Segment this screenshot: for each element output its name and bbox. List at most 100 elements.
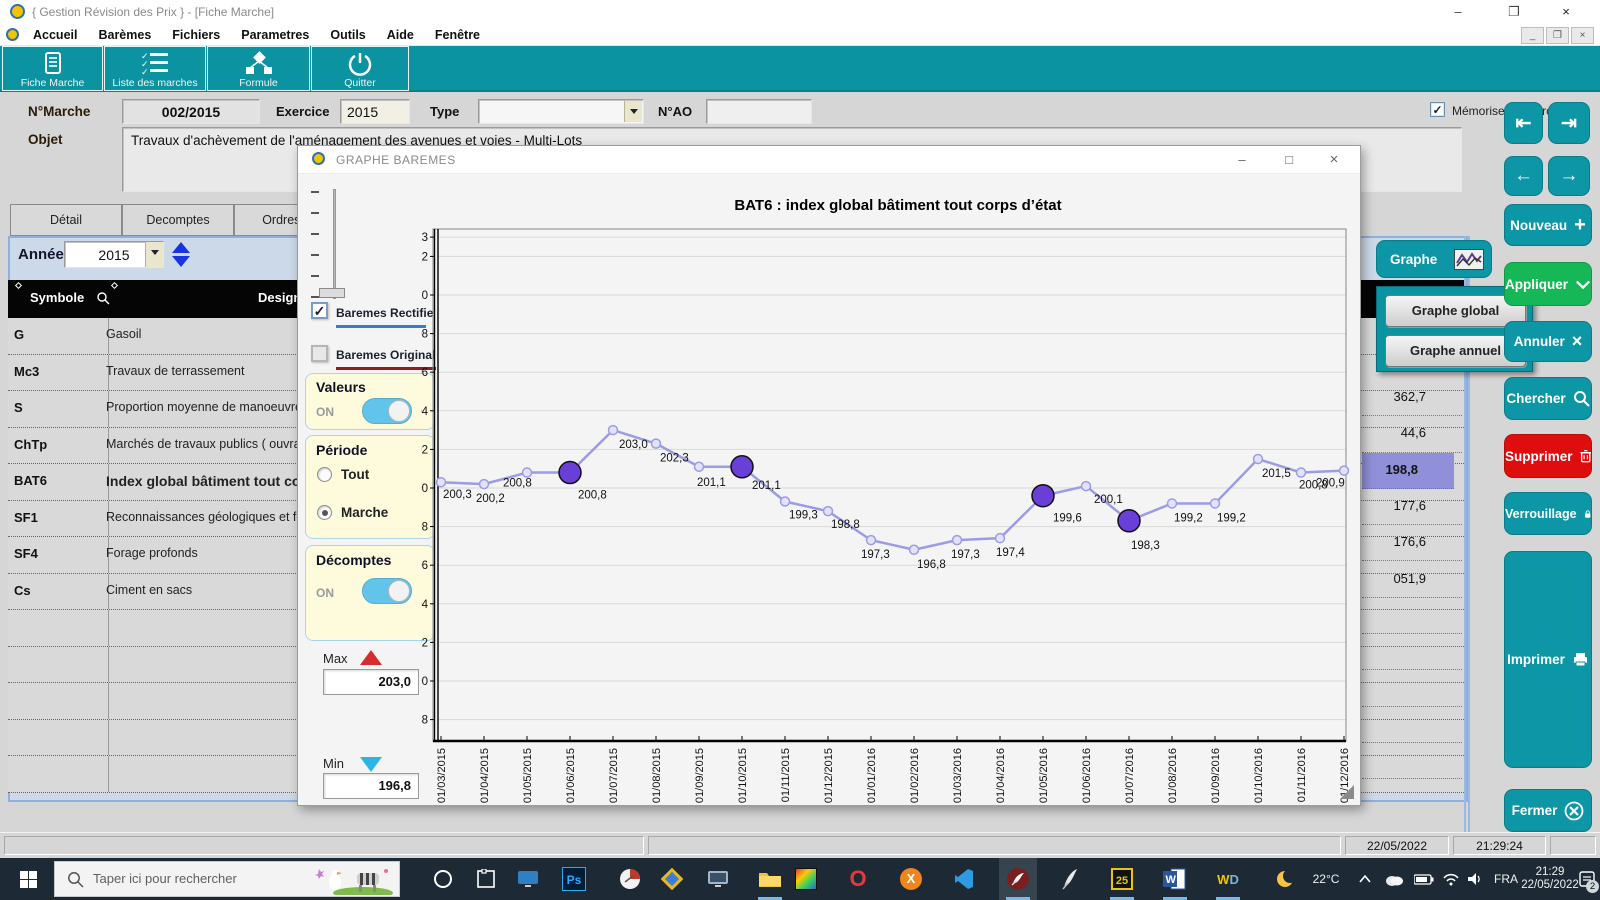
decomptes-toggle[interactable] (362, 578, 412, 604)
toolbar-button-liste-des-marches[interactable]: ✓✓✓Liste des marches (104, 46, 206, 91)
menu-parametres[interactable]: Parametres (241, 24, 309, 46)
value-cell[interactable]: 177,6 (1362, 489, 1462, 525)
tray-clock[interactable]: 21:2922/05/2022 (1524, 858, 1576, 900)
verrouillage-button[interactable]: Verrouillage (1504, 492, 1592, 535)
chercher-button[interactable]: Chercher (1504, 377, 1592, 420)
start-button[interactable] (8, 858, 48, 900)
annee-spinner[interactable] (172, 242, 190, 267)
opera-icon[interactable]: O (840, 858, 876, 900)
col-handle-icon[interactable] (111, 282, 118, 289)
resize-grip-icon[interactable] (1340, 785, 1354, 799)
menu-aide[interactable]: Aide (387, 24, 414, 46)
valeurs-toggle[interactable] (362, 398, 412, 424)
value-cell[interactable]: 176,6 (1362, 525, 1462, 561)
screenhunter-icon[interactable] (612, 858, 648, 900)
header-symbole[interactable]: Symbole (30, 290, 84, 305)
periode-marche-radio[interactable] (317, 505, 332, 520)
system-monitor-icon[interactable] (700, 858, 736, 900)
word-icon[interactable]: W (1156, 858, 1194, 900)
col-handle-icon[interactable] (15, 282, 22, 289)
nav-last-button[interactable]: ⇥ (1548, 102, 1590, 144)
active-app-icon[interactable] (999, 858, 1037, 900)
toolbar-button-quitter[interactable]: Quitter (311, 46, 409, 91)
appliquer-button[interactable]: Appliquer (1504, 262, 1592, 306)
nav-prev-button[interactable]: ← (1504, 156, 1543, 196)
value-cell[interactable]: 198,8 (1362, 453, 1454, 489)
dialog-maximize-icon[interactable]: □ (1269, 146, 1309, 174)
task-view-icon[interactable] (468, 858, 504, 900)
menu-fichiers[interactable]: Fichiers (172, 24, 220, 46)
quicktime-icon[interactable] (654, 858, 690, 900)
menu-fentre[interactable]: Fenêtre (435, 24, 480, 46)
battery-icon[interactable] (1410, 858, 1438, 900)
baremes-rectifie-checkbox[interactable]: ✓ (311, 302, 328, 319)
xampp-icon[interactable]: X (893, 858, 929, 900)
type-combobox[interactable] (478, 99, 644, 124)
graphe-button[interactable]: Graphe (1376, 240, 1492, 278)
onedrive-icon[interactable] (1380, 858, 1408, 900)
exercice-field[interactable]: 2015 (340, 99, 410, 124)
tab-détail[interactable]: Détail (10, 204, 122, 236)
file-explorer-icon[interactable] (750, 858, 790, 900)
nav-next-button[interactable]: → (1548, 156, 1590, 196)
baremes-original-checkbox[interactable] (311, 345, 328, 362)
value-cell[interactable]: 051,9 (1362, 562, 1462, 598)
zoom-slider-track[interactable] (333, 189, 336, 299)
remote-desktop-icon[interactable] (510, 858, 546, 900)
wifi-icon[interactable] (1438, 858, 1464, 900)
supprimer-button[interactable]: Supprimer (1504, 434, 1592, 478)
menu-barmes[interactable]: Barèmes (98, 24, 151, 46)
memoriser-checkbox[interactable]: ✓ (1430, 102, 1445, 117)
min-field[interactable]: 196,8 (323, 773, 419, 799)
annuler-button[interactable]: Annuler× (1504, 321, 1592, 362)
photoshop-icon[interactable]: Ps (556, 858, 592, 900)
spinner-down-icon[interactable] (172, 256, 190, 267)
mdi-minimize-icon[interactable]: _ (1521, 27, 1544, 44)
tray-language[interactable]: FRA (1488, 858, 1524, 900)
close-icon[interactable]: × (1544, 0, 1588, 24)
cortana-icon[interactable] (425, 858, 461, 900)
nao-field[interactable] (706, 99, 812, 124)
vscode-icon[interactable] (946, 858, 982, 900)
tray-chevron-up-icon[interactable] (1352, 858, 1378, 900)
weather-moon-icon[interactable] (1268, 858, 1302, 900)
camtasia-icon[interactable]: 25 (1103, 858, 1141, 900)
spinner-up-icon[interactable] (172, 242, 190, 253)
value-cell[interactable] (1362, 670, 1462, 706)
dialog-close-icon[interactable]: × (1314, 146, 1354, 174)
value-cell[interactable] (1362, 707, 1462, 743)
notification-center-icon[interactable]: 2 (1574, 858, 1600, 900)
combo-arrow-icon[interactable] (624, 101, 642, 122)
mdi-close-icon[interactable]: × (1571, 27, 1594, 44)
imprimer-button[interactable]: Imprimer (1504, 551, 1592, 768)
num-marche-field[interactable]: 002/2015 (122, 99, 260, 124)
toolbar-button-fiche-marche[interactable]: Fiche Marche (2, 46, 103, 91)
maximize-icon[interactable]: ❐ (1492, 0, 1536, 24)
max-up-icon[interactable] (360, 650, 382, 665)
value-cell[interactable] (1362, 634, 1462, 670)
mdi-restore-icon[interactable]: ❐ (1546, 27, 1569, 44)
value-cell[interactable] (1362, 598, 1462, 634)
search-icon[interactable] (96, 291, 110, 305)
volume-icon[interactable] (1463, 858, 1487, 900)
annee-combo-arrow-icon[interactable] (145, 242, 163, 267)
nav-first-button[interactable]: ⇤ (1504, 102, 1543, 144)
menu-accueil[interactable]: Accueil (33, 24, 77, 46)
value-cell[interactable]: 44,6 (1362, 416, 1462, 452)
menu-outils[interactable]: Outils (330, 24, 365, 46)
taskbar-search-input[interactable]: Taper ici pour rechercher (54, 861, 400, 897)
nouveau-button[interactable]: Nouveau+ (1504, 204, 1592, 246)
periode-tout-radio[interactable] (317, 467, 332, 482)
fermer-button[interactable]: Fermer (1504, 789, 1592, 832)
tab-decomptes[interactable]: Decomptes (122, 204, 234, 236)
max-field[interactable]: 203,0 (323, 669, 419, 695)
value-cell[interactable]: 362,7 (1362, 380, 1462, 416)
min-down-icon[interactable] (360, 757, 382, 772)
media-app-icon[interactable] (788, 858, 824, 900)
toolbar-button-formule[interactable]: Formule (207, 46, 310, 91)
zoom-slider-handle[interactable] (319, 288, 345, 298)
windev-icon[interactable]: WD (1209, 858, 1247, 900)
quill-app-icon[interactable] (1052, 858, 1088, 900)
minimize-icon[interactable]: – (1436, 0, 1480, 24)
value-cell[interactable] (1362, 743, 1462, 779)
